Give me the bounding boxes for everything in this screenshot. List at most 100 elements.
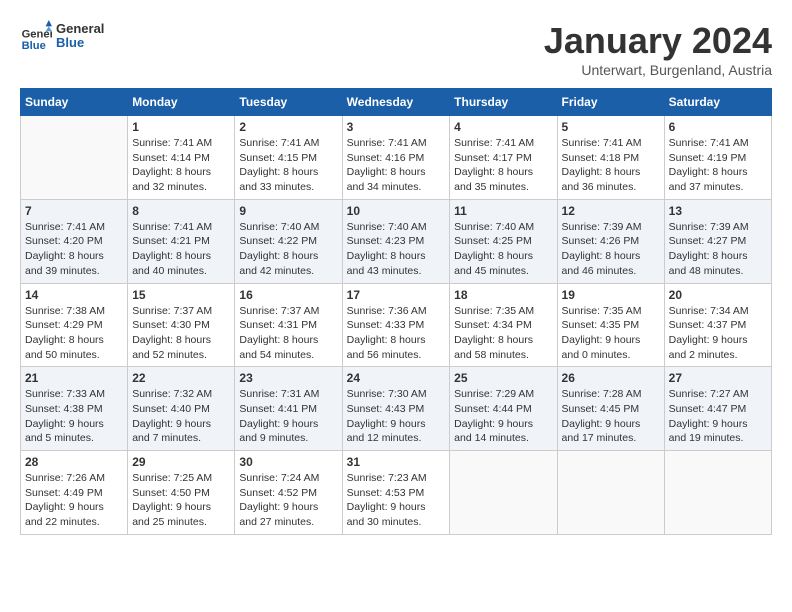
calendar-cell: 27 Sunrise: 7:27 AMSunset: 4:47 PMDayligh… [664, 367, 771, 451]
day-info: Sunrise: 7:41 AMSunset: 4:20 PMDaylight:… [25, 220, 123, 279]
calendar-cell: 3 Sunrise: 7:41 AMSunset: 4:16 PMDaylight… [342, 116, 450, 200]
day-number: 28 [25, 455, 123, 469]
calendar-cell: 29 Sunrise: 7:25 AMSunset: 4:50 PMDayligh… [128, 451, 235, 535]
calendar-week-row: 1Sunrise: 7:41 AMSunset: 4:14 PMDaylight… [21, 116, 772, 200]
weekday-header-row: SundayMondayTuesdayWednesdayThursdayFrid… [21, 89, 772, 116]
day-info: Sunrise: 7:37 AMSunset: 4:31 PMDaylight:… [239, 304, 337, 363]
day-number: 19 [562, 288, 660, 302]
day-number: 31 [347, 455, 446, 469]
day-number: 4 [454, 120, 552, 134]
day-info: Sunrise: 7:24 AMSunset: 4:52 PMDaylight:… [239, 471, 337, 530]
day-number: 2 [239, 120, 337, 134]
calendar-cell: 18Sunrise: 7:35 AMSunset: 4:34 PMDayligh… [450, 283, 557, 367]
day-info: Sunrise: 7:29 AMSunset: 4:44 PMDaylight:… [454, 387, 552, 446]
day-number: 10 [347, 204, 446, 218]
weekday-header-monday: Monday [128, 89, 235, 116]
day-number: 27 [669, 371, 767, 385]
calendar-cell: 4Sunrise: 7:41 AMSunset: 4:17 PMDaylight… [450, 116, 557, 200]
weekday-header-thursday: Thursday [450, 89, 557, 116]
day-number: 5 [562, 120, 660, 134]
day-info: Sunrise: 7:40 AMSunset: 4:23 PMDaylight:… [347, 220, 446, 279]
day-number: 11 [454, 204, 552, 218]
day-info: Sunrise: 7:32 AMSunset: 4:40 PMDaylight:… [132, 387, 230, 446]
calendar-cell: 30 Sunrise: 7:24 AMSunset: 4:52 PMDayligh… [235, 451, 342, 535]
day-info: Sunrise: 7:41 AMSunset: 4:21 PMDaylight:… [132, 220, 230, 279]
day-number: 3 [347, 120, 446, 134]
day-number: 16 [239, 288, 337, 302]
day-info: Sunrise: 7:40 AMSunset: 4:25 PMDaylight:… [454, 220, 552, 279]
day-info: Sunrise: 7:33 AMSunset: 4:38 PMDaylight:… [25, 387, 123, 446]
calendar-week-row: 14 Sunrise: 7:38 AMSunset: 4:29 PMDayligh… [21, 283, 772, 367]
calendar-cell: 26Sunrise: 7:28 AMSunset: 4:45 PMDayligh… [557, 367, 664, 451]
day-info: Sunrise: 7:36 AMSunset: 4:33 PMDaylight:… [347, 304, 446, 363]
calendar-cell: 11 Sunrise: 7:40 AMSunset: 4:25 PMDayligh… [450, 199, 557, 283]
day-number: 7 [25, 204, 123, 218]
calendar-cell: 13Sunrise: 7:39 AMSunset: 4:27 PMDayligh… [664, 199, 771, 283]
day-number: 29 [132, 455, 230, 469]
day-number: 25 [454, 371, 552, 385]
calendar-cell: 12 Sunrise: 7:39 AMSunset: 4:26 PMDayligh… [557, 199, 664, 283]
logo-text-blue: Blue [56, 36, 104, 50]
day-number: 22 [132, 371, 230, 385]
calendar-cell: 9Sunrise: 7:40 AMSunset: 4:22 PMDaylight… [235, 199, 342, 283]
day-number: 24 [347, 371, 446, 385]
day-info: Sunrise: 7:40 AMSunset: 4:22 PMDaylight:… [239, 220, 337, 279]
calendar-table: SundayMondayTuesdayWednesdayThursdayFrid… [20, 88, 772, 535]
day-number: 6 [669, 120, 767, 134]
calendar-week-row: 21 Sunrise: 7:33 AMSunset: 4:38 PMDayligh… [21, 367, 772, 451]
calendar-cell [557, 451, 664, 535]
calendar-cell: 20 Sunrise: 7:34 AMSunset: 4:37 PMDayligh… [664, 283, 771, 367]
day-info: Sunrise: 7:41 AMSunset: 4:16 PMDaylight:… [347, 136, 446, 195]
calendar-cell: 22 Sunrise: 7:32 AMSunset: 4:40 PMDayligh… [128, 367, 235, 451]
calendar-cell: 17 Sunrise: 7:36 AMSunset: 4:33 PMDayligh… [342, 283, 450, 367]
day-info: Sunrise: 7:41 AMSunset: 4:18 PMDaylight:… [562, 136, 660, 195]
calendar-cell: 21 Sunrise: 7:33 AMSunset: 4:38 PMDayligh… [21, 367, 128, 451]
day-info: Sunrise: 7:35 AMSunset: 4:34 PMDaylight:… [454, 304, 552, 363]
calendar-cell: 23 Sunrise: 7:31 AMSunset: 4:41 PMDayligh… [235, 367, 342, 451]
calendar-cell: 24Sunrise: 7:30 AMSunset: 4:43 PMDayligh… [342, 367, 450, 451]
location-subtitle: Unterwart, Burgenland, Austria [544, 62, 772, 78]
day-info: Sunrise: 7:26 AMSunset: 4:49 PMDaylight:… [25, 471, 123, 530]
calendar-cell: 7 Sunrise: 7:41 AMSunset: 4:20 PMDaylight… [21, 199, 128, 283]
day-number: 8 [132, 204, 230, 218]
calendar-cell: 8 Sunrise: 7:41 AMSunset: 4:21 PMDaylight… [128, 199, 235, 283]
logo-icon: General Blue [20, 20, 52, 52]
day-number: 20 [669, 288, 767, 302]
calendar-cell: 14 Sunrise: 7:38 AMSunset: 4:29 PMDayligh… [21, 283, 128, 367]
calendar-cell [450, 451, 557, 535]
day-info: Sunrise: 7:25 AMSunset: 4:50 PMDaylight:… [132, 471, 230, 530]
day-info: Sunrise: 7:31 AMSunset: 4:41 PMDaylight:… [239, 387, 337, 446]
calendar-cell: 25 Sunrise: 7:29 AMSunset: 4:44 PMDayligh… [450, 367, 557, 451]
day-info: Sunrise: 7:41 AMSunset: 4:14 PMDaylight:… [132, 136, 230, 195]
calendar-week-row: 28 Sunrise: 7:26 AMSunset: 4:49 PMDayligh… [21, 451, 772, 535]
calendar-cell: 28 Sunrise: 7:26 AMSunset: 4:49 PMDayligh… [21, 451, 128, 535]
logo-text-general: General [56, 22, 104, 36]
day-info: Sunrise: 7:35 AMSunset: 4:35 PMDaylight:… [562, 304, 660, 363]
calendar-week-row: 7 Sunrise: 7:41 AMSunset: 4:20 PMDaylight… [21, 199, 772, 283]
weekday-header-sunday: Sunday [21, 89, 128, 116]
calendar-cell: 16 Sunrise: 7:37 AMSunset: 4:31 PMDayligh… [235, 283, 342, 367]
calendar-body: 1Sunrise: 7:41 AMSunset: 4:14 PMDaylight… [21, 116, 772, 535]
month-title: January 2024 [544, 20, 772, 62]
calendar-cell [664, 451, 771, 535]
logo: General Blue General Blue [20, 20, 104, 52]
calendar-cell: 2Sunrise: 7:41 AMSunset: 4:15 PMDaylight… [235, 116, 342, 200]
day-info: Sunrise: 7:34 AMSunset: 4:37 PMDaylight:… [669, 304, 767, 363]
header: General Blue General Blue January 2024 U… [20, 20, 772, 78]
calendar-cell [21, 116, 128, 200]
day-number: 26 [562, 371, 660, 385]
calendar-cell: 31 Sunrise: 7:23 AMSunset: 4:53 PMDayligh… [342, 451, 450, 535]
day-info: Sunrise: 7:23 AMSunset: 4:53 PMDaylight:… [347, 471, 446, 530]
day-info: Sunrise: 7:38 AMSunset: 4:29 PMDaylight:… [25, 304, 123, 363]
day-number: 30 [239, 455, 337, 469]
day-number: 12 [562, 204, 660, 218]
day-number: 14 [25, 288, 123, 302]
day-info: Sunrise: 7:39 AMSunset: 4:27 PMDaylight:… [669, 220, 767, 279]
day-number: 23 [239, 371, 337, 385]
day-info: Sunrise: 7:27 AMSunset: 4:47 PMDaylight:… [669, 387, 767, 446]
day-info: Sunrise: 7:39 AMSunset: 4:26 PMDaylight:… [562, 220, 660, 279]
calendar-cell: 19 Sunrise: 7:35 AMSunset: 4:35 PMDayligh… [557, 283, 664, 367]
day-number: 21 [25, 371, 123, 385]
weekday-header-saturday: Saturday [664, 89, 771, 116]
day-number: 17 [347, 288, 446, 302]
